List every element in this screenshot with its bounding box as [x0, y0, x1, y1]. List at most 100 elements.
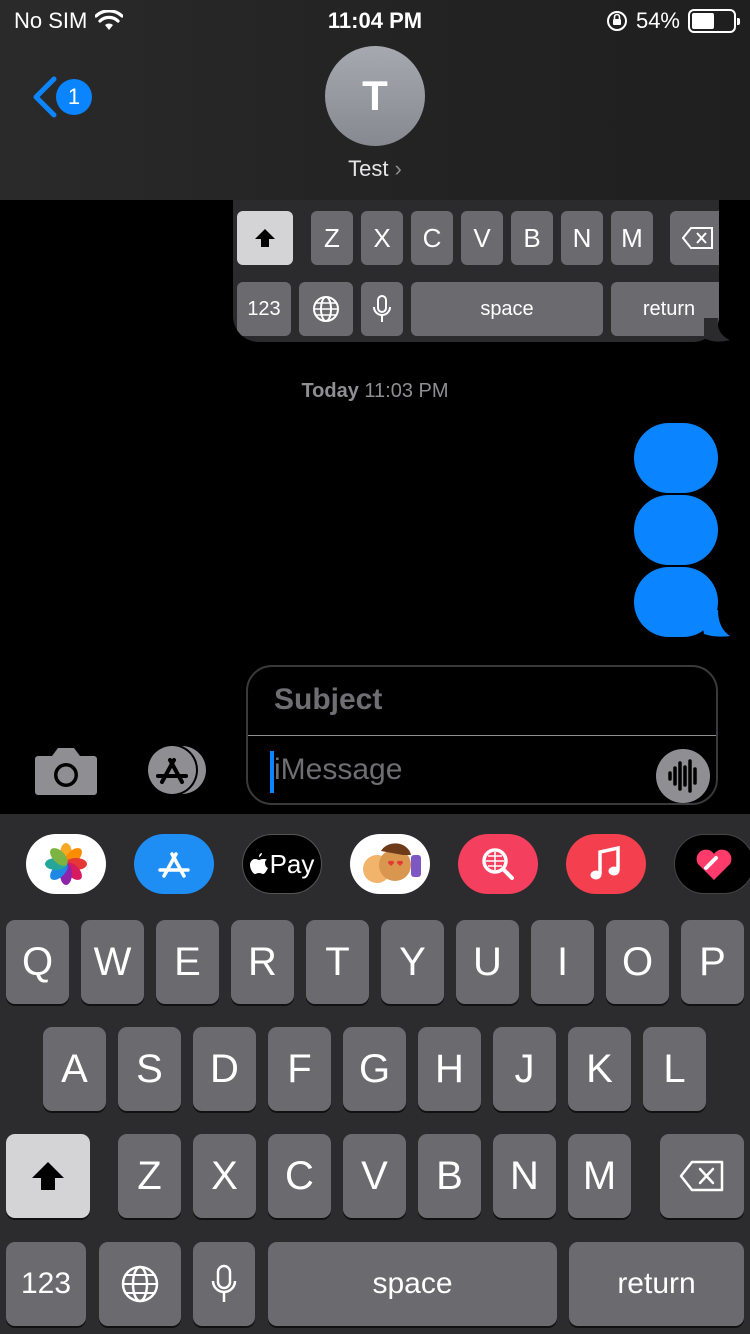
- thumb-key-x: X: [361, 211, 403, 265]
- conversation-header: No SIM 11:04 PM 54% 1 T Test ›: [0, 0, 750, 200]
- back-button[interactable]: 1: [30, 76, 92, 118]
- timestamp-time: 11:03 PM: [364, 380, 449, 402]
- return-key[interactable]: return: [569, 1242, 744, 1326]
- subject-field[interactable]: Subject: [274, 683, 382, 717]
- photos-app-icon: [45, 843, 87, 885]
- key-m[interactable]: M: [568, 1134, 631, 1218]
- composer-divider: [248, 735, 716, 736]
- key-h[interactable]: H: [418, 1027, 481, 1111]
- thumb-key-b: B: [511, 211, 553, 265]
- key-y[interactable]: Y: [381, 920, 444, 1004]
- key-z[interactable]: Z: [118, 1134, 181, 1218]
- app-store-icon: [158, 852, 190, 878]
- contact-name-button[interactable]: Test ›: [0, 156, 750, 182]
- backspace-key[interactable]: [660, 1134, 744, 1218]
- key-n[interactable]: N: [493, 1134, 556, 1218]
- unread-badge: 1: [56, 79, 92, 115]
- apple-logo-icon: [249, 853, 268, 874]
- backspace-icon: [682, 227, 713, 249]
- dictation-key[interactable]: [193, 1242, 255, 1326]
- image-search-button[interactable]: [458, 834, 538, 894]
- music-button[interactable]: [566, 834, 646, 894]
- key-i[interactable]: I: [531, 920, 594, 1004]
- backspace-key-thumb: [670, 211, 719, 265]
- message-timestamp: Today 11:03 PM: [0, 380, 750, 403]
- battery-percent: 54%: [635, 8, 680, 33]
- chevron-right-icon: ›: [394, 156, 402, 181]
- key-t[interactable]: T: [306, 920, 369, 1004]
- key-k[interactable]: K: [568, 1027, 631, 1111]
- sent-message-bubble[interactable]: [634, 495, 718, 565]
- thumb-key-z: Z: [311, 211, 353, 265]
- message-input[interactable]: iMessage: [274, 753, 402, 787]
- digital-touch-button[interactable]: [674, 834, 750, 894]
- thumb-key-v: V: [461, 211, 503, 265]
- globe-key[interactable]: [99, 1242, 181, 1326]
- space-key-thumb: space: [411, 282, 603, 336]
- photos-app-button[interactable]: [26, 834, 106, 894]
- contact-avatar[interactable]: T: [325, 46, 425, 146]
- shift-key[interactable]: [6, 1134, 90, 1218]
- key-o[interactable]: O: [606, 920, 669, 1004]
- waveform-icon: [668, 759, 697, 793]
- bubble-tail: [704, 318, 730, 342]
- globe-key-thumb: [299, 282, 353, 336]
- key-r[interactable]: R: [231, 920, 294, 1004]
- microphone-icon: [373, 295, 391, 322]
- key-l[interactable]: L: [643, 1027, 706, 1111]
- key-f[interactable]: F: [268, 1027, 331, 1111]
- key-u[interactable]: U: [456, 920, 519, 1004]
- audio-message-button[interactable]: [656, 749, 710, 803]
- key-w[interactable]: W: [81, 920, 144, 1004]
- key-d[interactable]: D: [193, 1027, 256, 1111]
- battery-icon: [688, 9, 740, 33]
- app-store-button[interactable]: [134, 834, 214, 894]
- key-b[interactable]: B: [418, 1134, 481, 1218]
- key-a[interactable]: A: [43, 1027, 106, 1111]
- battery-status: 54%: [606, 8, 740, 34]
- key-p[interactable]: P: [681, 920, 744, 1004]
- globe-icon: [121, 1265, 159, 1303]
- digital-touch-icon: [696, 849, 732, 880]
- memoji-icon: [363, 843, 421, 883]
- key-q[interactable]: Q: [6, 920, 69, 1004]
- keyboard: QWERTYUIOP ASDFGHJKL ZXCVBNM 123 space r…: [0, 914, 750, 1334]
- backspace-icon: [679, 1160, 724, 1192]
- sent-message-bubble[interactable]: [634, 423, 718, 493]
- thumb-key-n: N: [561, 211, 603, 265]
- shift-key-thumb: [237, 211, 293, 265]
- bubble-tail: [700, 610, 730, 637]
- memoji-button[interactable]: [350, 834, 430, 894]
- mic-key-thumb: [361, 282, 403, 336]
- camera-icon[interactable]: [34, 744, 98, 796]
- rotation-lock-icon: [606, 11, 627, 31]
- globe-icon: [313, 296, 339, 322]
- imessage-app-drawer: Pay: [0, 814, 750, 914]
- key-e[interactable]: E: [156, 920, 219, 1004]
- shift-icon: [32, 1162, 64, 1190]
- key-x[interactable]: X: [193, 1134, 256, 1218]
- return-key-thumb: return: [611, 282, 719, 336]
- numbers-key-thumb: 123: [237, 282, 291, 336]
- message-composer[interactable]: Subject iMessage: [246, 665, 718, 805]
- microphone-icon: [211, 1264, 237, 1302]
- key-s[interactable]: S: [118, 1027, 181, 1111]
- shift-icon: [255, 229, 275, 247]
- apple-pay-button[interactable]: Pay: [242, 834, 322, 894]
- key-v[interactable]: V: [343, 1134, 406, 1218]
- key-j[interactable]: J: [493, 1027, 556, 1111]
- key-c[interactable]: C: [268, 1134, 331, 1218]
- app-store-icon[interactable]: [140, 744, 212, 796]
- numbers-key[interactable]: 123: [6, 1242, 86, 1326]
- contact-name: Test: [348, 156, 389, 181]
- status-bar: No SIM 11:04 PM 54%: [0, 0, 750, 42]
- thumb-key-m: M: [611, 211, 653, 265]
- apple-pay-label: Pay: [269, 848, 315, 879]
- thumb-key-c: C: [411, 211, 453, 265]
- music-icon: [590, 845, 620, 880]
- search-images-icon: [482, 848, 514, 880]
- space-key[interactable]: space: [268, 1242, 557, 1326]
- timestamp-day: Today: [301, 380, 359, 402]
- sent-image-bubble[interactable]: ZXCVBNM 123 space return: [233, 200, 719, 342]
- key-g[interactable]: G: [343, 1027, 406, 1111]
